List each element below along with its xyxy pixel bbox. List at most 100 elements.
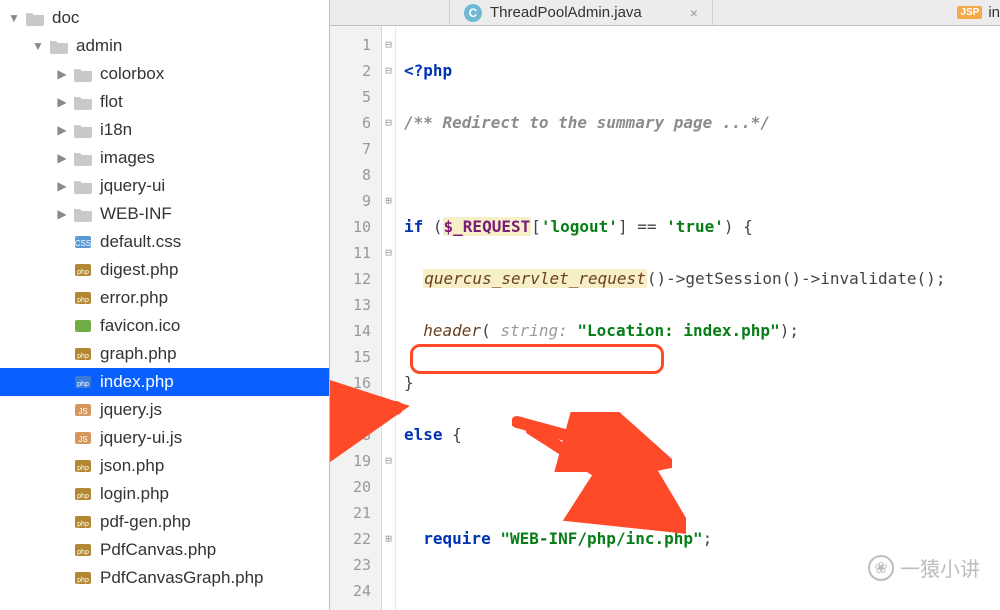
line-number: 12 xyxy=(330,266,371,292)
line-number: 5 xyxy=(330,84,371,110)
tree-item-label: admin xyxy=(76,36,122,56)
tree-folder[interactable]: ▶images xyxy=(0,144,329,172)
tree-file[interactable]: CSSdefault.css xyxy=(0,228,329,256)
fold-marker[interactable] xyxy=(382,292,395,318)
tree-file[interactable]: phpjson.php xyxy=(0,452,329,480)
fold-marker[interactable] xyxy=(382,214,395,240)
kw-if: if xyxy=(404,217,423,236)
editor-tabbar[interactable]: C ThreadPoolAdmin.java × JSP in xyxy=(330,0,1000,26)
tree-file[interactable]: phplogin.php xyxy=(0,480,329,508)
fold-marker[interactable]: ⊟ xyxy=(382,448,395,474)
tree-root: ▼doc▼admin▶colorbox▶flot▶i18n▶images▶jqu… xyxy=(0,4,329,592)
fold-marker[interactable] xyxy=(382,136,395,162)
fold-marker[interactable] xyxy=(382,604,395,610)
fold-marker[interactable] xyxy=(382,266,395,292)
fold-marker[interactable] xyxy=(382,162,395,188)
fold-marker[interactable] xyxy=(382,396,395,422)
line-number: 8 xyxy=(330,162,371,188)
tree-item-label: i18n xyxy=(100,120,132,140)
fold-strip[interactable]: ⊟⊟⊟⊞⊟⊟⊞⊞ xyxy=(382,26,396,610)
op: == xyxy=(628,217,667,236)
tree-folder[interactable]: ▶jquery-ui xyxy=(0,172,329,200)
chevron-icon[interactable]: ▶ xyxy=(54,207,70,221)
svg-text:php: php xyxy=(77,493,89,500)
fold-marker[interactable] xyxy=(382,500,395,526)
php-icon: php xyxy=(72,513,94,531)
tree-file[interactable]: php PdfCanvasGraph.php xyxy=(0,564,329,592)
tree-folder[interactable]: ▼ admin xyxy=(0,32,329,60)
tree-folder[interactable]: ▶colorbox xyxy=(0,60,329,88)
folder-icon xyxy=(72,93,94,111)
svg-text:php: php xyxy=(77,577,89,584)
fold-marker[interactable] xyxy=(382,422,395,448)
fold-marker[interactable] xyxy=(382,318,395,344)
tree-item-label: WEB-INF xyxy=(100,204,172,224)
line-number: 17 xyxy=(330,396,371,422)
svg-text:JS: JS xyxy=(78,407,87,416)
tree-folder[interactable]: ▶flot xyxy=(0,88,329,116)
chevron-icon[interactable]: ▶ xyxy=(54,67,70,81)
chevron-icon[interactable]: ▶ xyxy=(54,123,70,137)
php-icon: php xyxy=(72,485,94,503)
tree-file[interactable]: php PdfCanvas.php xyxy=(0,536,329,564)
svg-text:php: php xyxy=(77,269,89,276)
line-number: 10 xyxy=(330,214,371,240)
folder-icon xyxy=(72,149,94,167)
fold-marker[interactable]: ⊟ xyxy=(382,32,395,58)
tree-file[interactable]: JSjquery.js xyxy=(0,396,329,424)
tree-file[interactable]: phperror.php xyxy=(0,284,329,312)
tree-item-label: PdfCanvas.php xyxy=(100,540,216,560)
line-number: 9 xyxy=(330,188,371,214)
fold-marker[interactable]: ⊟ xyxy=(382,110,395,136)
code-area[interactable]: <?php /** Redirect to the summary page .… xyxy=(396,26,1000,610)
tab-title: ThreadPoolAdmin.java xyxy=(490,4,642,21)
chevron-icon[interactable]: ▶ xyxy=(54,151,70,165)
fold-marker[interactable] xyxy=(382,84,395,110)
editor-tab[interactable]: C ThreadPoolAdmin.java × xyxy=(450,0,713,25)
tree-folder[interactable]: ▶ i18n xyxy=(0,116,329,144)
tree-file[interactable]: phpgraph.php xyxy=(0,340,329,368)
fn-call: quercus_servlet_request xyxy=(423,269,647,288)
tree-file[interactable]: JSjquery-ui.js xyxy=(0,424,329,452)
project-tree[interactable]: ▼doc▼admin▶colorbox▶flot▶i18n▶images▶jqu… xyxy=(0,0,330,610)
code-editor[interactable]: 1256789101112131415161718192021222324252… xyxy=(330,26,1000,610)
tab-title-secondary: in xyxy=(988,4,1000,21)
tree-item-label: doc xyxy=(52,8,79,28)
fold-marker[interactable]: ⊟ xyxy=(382,240,395,266)
fold-marker[interactable]: ⊞ xyxy=(382,188,395,214)
tree-file[interactable]: phpdigest.php xyxy=(0,256,329,284)
tree-folder[interactable]: ▼ doc xyxy=(0,4,329,32)
tree-item-label: index.php xyxy=(100,372,174,392)
close-icon[interactable]: × xyxy=(690,5,698,21)
kw-require: require xyxy=(423,529,490,548)
php-icon: php xyxy=(72,541,94,559)
tree-item-label: PdfCanvasGraph.php xyxy=(100,568,264,588)
line-number: 18 xyxy=(330,422,371,448)
tree-folder[interactable]: ▶ WEB-INF xyxy=(0,200,329,228)
line-number: 15 xyxy=(330,344,371,370)
chevron-icon[interactable]: ▶ xyxy=(54,95,70,109)
punc: ; xyxy=(703,529,713,548)
fold-marker[interactable] xyxy=(382,578,395,604)
svg-text:php: php xyxy=(77,381,89,388)
fold-marker[interactable] xyxy=(382,474,395,500)
fold-marker[interactable]: ⊞ xyxy=(382,526,395,552)
watermark: ❀ 一猿小讲 xyxy=(868,553,980,582)
tree-file[interactable]: php index.php xyxy=(0,368,329,396)
str: "WEB-INF/php/inc.php" xyxy=(500,529,702,548)
tree-file[interactable]: php pdf-gen.php xyxy=(0,508,329,536)
chevron-icon[interactable]: ▼ xyxy=(6,11,22,25)
tree-file[interactable]: favicon.ico xyxy=(0,312,329,340)
tree-item-label: pdf-gen.php xyxy=(100,512,191,532)
fold-marker[interactable] xyxy=(382,552,395,578)
chevron-icon[interactable]: ▼ xyxy=(30,39,46,53)
tree-item-label: error.php xyxy=(100,288,168,308)
fold-marker[interactable] xyxy=(382,344,395,370)
line-number: 14 xyxy=(330,318,371,344)
watermark-text: 一猿小讲 xyxy=(900,553,980,582)
punc: ); xyxy=(780,321,799,340)
chevron-icon[interactable]: ▶ xyxy=(54,179,70,193)
fold-marker[interactable] xyxy=(382,370,395,396)
fold-marker[interactable]: ⊟ xyxy=(382,58,395,84)
editor-tab-secondary[interactable]: JSP in xyxy=(949,0,1000,25)
